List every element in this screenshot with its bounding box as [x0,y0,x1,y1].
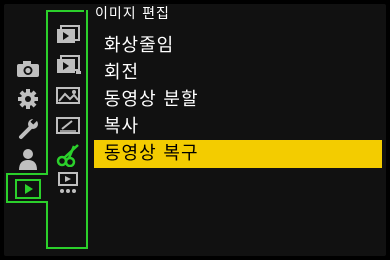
tab-outline-bottom-left [6,201,48,203]
column-line-bottom [46,201,48,249]
tab-outline-top [6,173,46,175]
menu-item-resize[interactable]: 화상줄임 [94,32,382,60]
panel-divider-line [86,10,88,249]
wrench-icon[interactable] [14,118,42,140]
add-info-icon[interactable] [54,112,84,138]
gear-icon[interactable] [14,88,42,110]
menu-item-video-divide[interactable]: 동영상 분할 [94,86,382,114]
playback-slideshow-icon[interactable] [54,22,84,48]
page-title: 이미지 편집 [95,6,170,22]
menu-item-video-repair[interactable]: 동영상 복구 [94,140,382,168]
column-line-top [46,10,48,175]
scissors-icon[interactable] [54,142,84,168]
image-process-icon[interactable] [54,82,84,108]
playback-mode-icon[interactable] [54,52,84,78]
playback-icon[interactable] [14,178,42,200]
menu-item-rotate[interactable]: 회전 [94,59,382,87]
menu-item-copy[interactable]: 복사 [94,113,382,141]
others-icon[interactable] [54,170,84,196]
column-line-foot [46,247,88,249]
column-line-cap [46,10,84,12]
person-icon[interactable] [14,148,42,170]
tab-outline-left [6,173,8,203]
camera-icon[interactable] [14,58,42,80]
